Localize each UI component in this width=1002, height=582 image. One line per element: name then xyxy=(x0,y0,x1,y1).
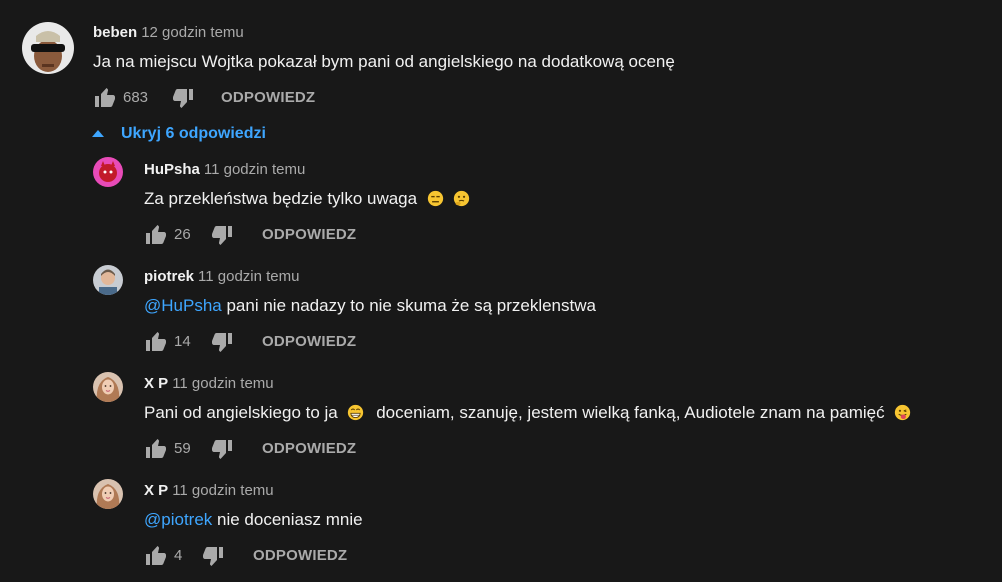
thumb-down-icon xyxy=(173,89,193,108)
author-name[interactable]: beben xyxy=(93,24,137,41)
thumb-down-icon xyxy=(212,333,232,352)
comment-header: beben 12 godzin temu xyxy=(93,24,244,41)
reply-button[interactable]: ODPOWIEDZ xyxy=(262,223,356,247)
author-name[interactable]: X P xyxy=(144,482,168,499)
comment-text-body: Pani od angielskiego to ja xyxy=(144,403,338,422)
thinking-face-icon xyxy=(453,190,470,207)
comment-text-body: Za przekleństwa będzie tylko uwaga xyxy=(144,189,418,208)
dislike-button[interactable] xyxy=(171,86,195,110)
avatar-xp-image xyxy=(93,372,123,402)
like-count: 683 xyxy=(123,89,149,106)
hide-replies-label: Ukryj 6 odpowiedzi xyxy=(121,125,266,142)
thumb-down-icon xyxy=(212,226,232,245)
dislike-button[interactable] xyxy=(210,437,234,461)
avatar[interactable] xyxy=(22,22,74,74)
author-name[interactable]: X P xyxy=(144,375,168,392)
thumb-up-icon xyxy=(146,439,166,458)
timestamp[interactable]: 11 godzin temu xyxy=(172,482,273,499)
comment-actions: 683 ODPOWIEDZ xyxy=(93,86,353,110)
thumb-up-icon xyxy=(95,88,115,107)
comment-text: Ja na miejscu Wojtka pokazał bym pani od… xyxy=(93,52,675,71)
comment-header: HuPsha 11 godzin temu xyxy=(144,161,305,178)
like-button[interactable] xyxy=(144,437,168,461)
dislike-button[interactable] xyxy=(210,330,234,354)
mention-link[interactable]: @HuPsha xyxy=(144,296,222,315)
comment-text-body: pani nie nadazy to nie skuma że są przek… xyxy=(221,296,596,315)
grinning-face-icon xyxy=(347,404,364,421)
timestamp[interactable]: 11 godzin temu xyxy=(172,375,273,392)
reply-button[interactable]: ODPOWIEDZ xyxy=(262,330,356,354)
comment-text: @HuPsha pani nie nadazy to nie skuma że … xyxy=(144,296,596,316)
comment-actions: 26 ODPOWIEDZ xyxy=(144,223,404,247)
comment-header: X P 11 godzin temu xyxy=(144,482,274,499)
avatar-xp-image xyxy=(93,479,123,509)
avatar[interactable] xyxy=(93,265,123,295)
caret-up-icon xyxy=(92,130,104,137)
like-button[interactable] xyxy=(93,86,117,110)
avatar-beben-image xyxy=(22,22,74,74)
comment-actions: 4 ODPOWIEDZ xyxy=(144,544,404,568)
like-button[interactable] xyxy=(144,544,168,568)
like-count: 26 xyxy=(174,226,191,243)
expressionless-face-icon xyxy=(427,190,444,207)
timestamp[interactable]: 11 godzin temu xyxy=(198,268,299,285)
like-button[interactable] xyxy=(144,223,168,247)
mention-link[interactable]: @piotrek xyxy=(144,510,212,529)
comment-text-continuation: doceniam, szanuję, jestem wielką fanką, … xyxy=(376,403,885,422)
comment-actions: 14 ODPOWIEDZ xyxy=(144,330,404,354)
like-count: 4 xyxy=(174,547,183,564)
tongue-face-icon xyxy=(894,404,911,421)
avatar[interactable] xyxy=(93,372,123,402)
like-count: 59 xyxy=(174,440,191,457)
thumb-up-icon xyxy=(146,546,166,565)
reply-button[interactable]: ODPOWIEDZ xyxy=(253,544,347,568)
author-name[interactable]: HuPsha xyxy=(144,161,200,178)
comment-text-body: nie doceniasz mnie xyxy=(212,510,363,529)
like-count: 14 xyxy=(174,333,191,350)
thumb-up-icon xyxy=(146,332,166,351)
avatar[interactable] xyxy=(93,479,123,509)
timestamp[interactable]: 11 godzin temu xyxy=(204,161,305,178)
dislike-button[interactable] xyxy=(201,544,225,568)
thumb-up-icon xyxy=(146,225,166,244)
thumb-down-icon xyxy=(212,440,232,459)
comment-actions: 59 ODPOWIEDZ xyxy=(144,437,404,461)
reply-button[interactable]: ODPOWIEDZ xyxy=(262,437,356,461)
avatar-piotrek-image xyxy=(93,265,123,295)
comment-text: @piotrek nie doceniasz mnie xyxy=(144,510,363,530)
timestamp[interactable]: 12 godzin temu xyxy=(141,24,244,41)
comment-header: X P 11 godzin temu xyxy=(144,375,274,392)
comment-text: Za przekleństwa będzie tylko uwaga xyxy=(144,189,470,209)
like-button[interactable] xyxy=(144,330,168,354)
author-name[interactable]: piotrek xyxy=(144,268,194,285)
reply-button[interactable]: ODPOWIEDZ xyxy=(221,86,315,110)
avatar-hupsha-image xyxy=(93,157,123,187)
avatar[interactable] xyxy=(93,157,123,187)
dislike-button[interactable] xyxy=(210,223,234,247)
comment-header: piotrek 11 godzin temu xyxy=(144,268,299,285)
comment-text: Pani od angielskiego to ja doceniam, sza… xyxy=(144,403,911,423)
thumb-down-icon xyxy=(203,547,223,566)
